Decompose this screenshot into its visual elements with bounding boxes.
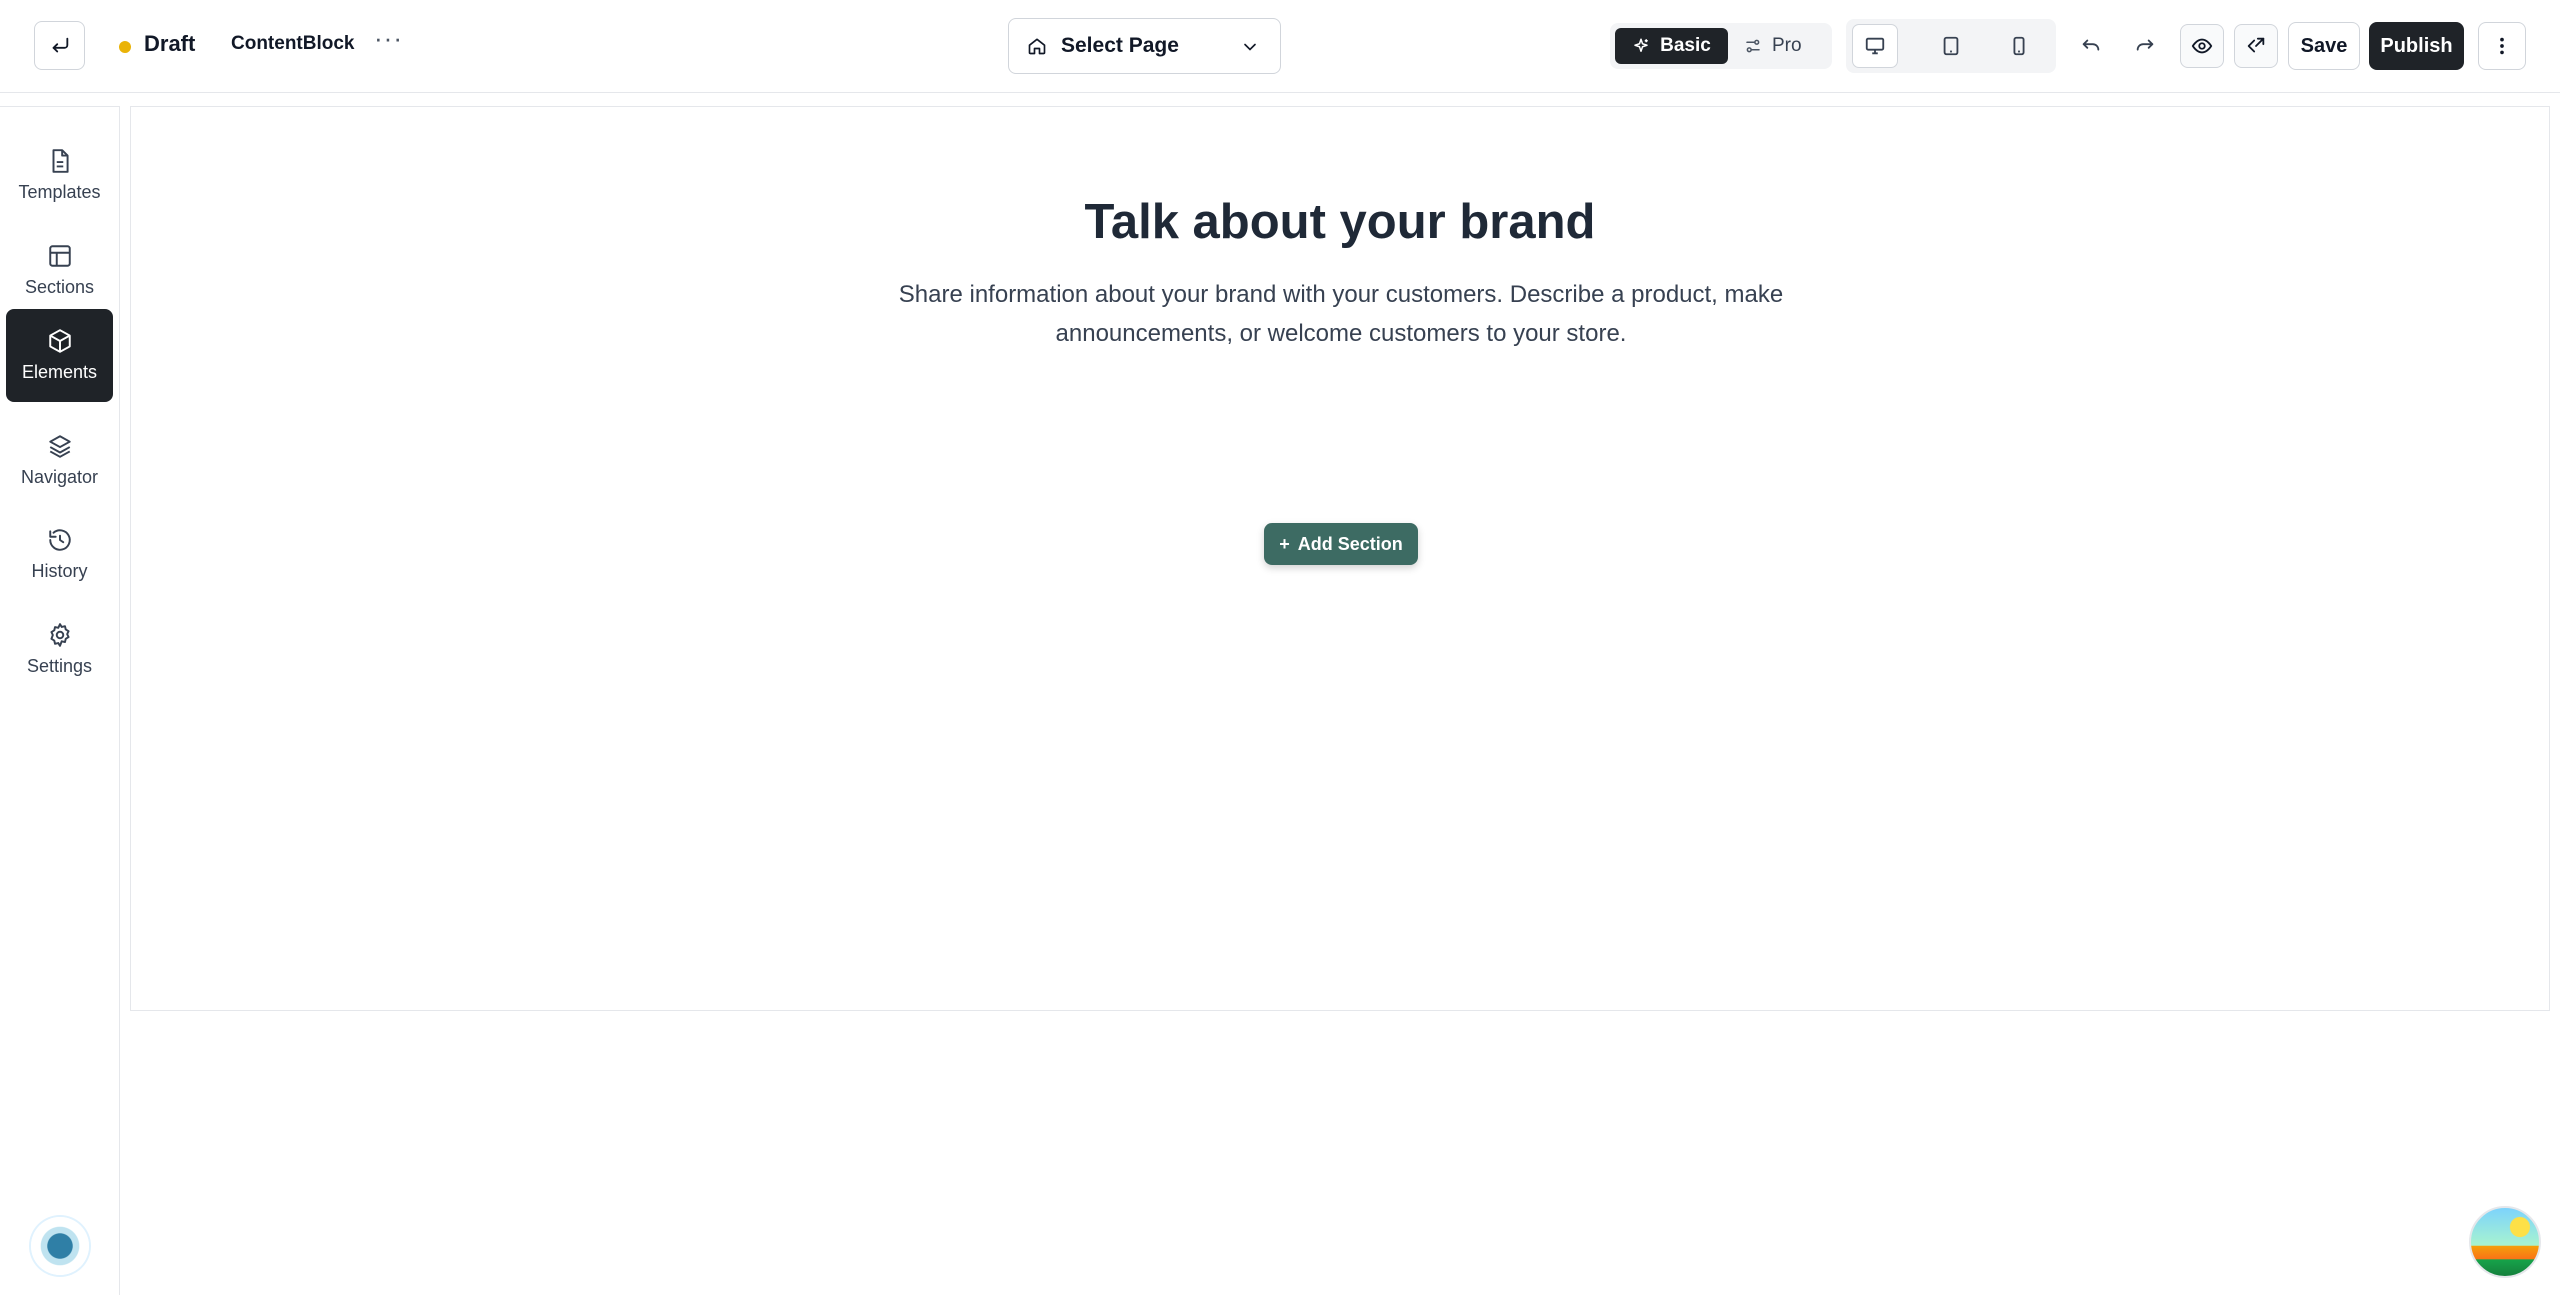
page-select-dropdown[interactable]: Select Page <box>1008 18 1281 74</box>
return-icon <box>52 37 68 52</box>
desktop-view-button[interactable] <box>1852 24 1898 68</box>
sidebar-item-label: Settings <box>26 656 93 676</box>
page-select-label: Select Page <box>1061 34 1179 57</box>
eye-icon <box>2191 38 2213 54</box>
editor-mode-toggle: Basic Pro <box>1610 23 1832 69</box>
more-menu-button[interactable] <box>2478 22 2526 70</box>
section-description[interactable]: Share information about your brand with … <box>871 275 1811 353</box>
mode-pro-button[interactable]: Pro <box>1744 28 1826 64</box>
sidebar-item-templates[interactable]: Templates <box>6 129 113 222</box>
redo-button[interactable] <box>2123 24 2167 68</box>
editor-canvas[interactable]: Talk about your brand Share information … <box>130 106 2550 1011</box>
sparkle-icon <box>1634 38 1648 52</box>
sidebar-item-navigator[interactable]: Navigator <box>6 414 113 507</box>
preview-button[interactable] <box>2180 24 2224 68</box>
save-button[interactable]: Save <box>2288 22 2360 70</box>
desktop-icon <box>1865 37 1885 55</box>
sidebar-item-label: History <box>31 561 88 581</box>
left-sidebar: Templates Sections Elements Navigator Hi… <box>0 106 120 1295</box>
more-options-icon[interactable]: ··· <box>374 25 403 51</box>
sidebar-item-label: Templates <box>18 182 101 202</box>
mode-pro-label: Pro <box>1772 35 1802 56</box>
gear-icon <box>49 623 70 647</box>
user-avatar[interactable] <box>2469 1206 2541 1278</box>
redo-icon <box>2136 39 2154 51</box>
plus-icon: + <box>1279 533 1290 554</box>
status-dot <box>119 41 131 53</box>
undo-button[interactable] <box>2069 24 2113 68</box>
mode-basic-button[interactable]: Basic <box>1615 28 1728 64</box>
layout-icon <box>48 245 71 267</box>
sidebar-item-elements[interactable]: Elements <box>6 309 113 402</box>
tablet-icon <box>1943 36 1959 56</box>
kebab-menu-icon <box>2500 37 2504 55</box>
add-section-button[interactable]: + Add Section <box>1264 523 1418 565</box>
mobile-icon <box>2013 36 2025 56</box>
back-button[interactable] <box>34 21 85 70</box>
section-heading[interactable]: Talk about your brand <box>131 194 2549 250</box>
tablet-view-button[interactable] <box>1928 24 1974 68</box>
sidebar-item-sections[interactable]: Sections <box>6 224 113 317</box>
add-section-label: Add Section <box>1297 533 1403 554</box>
sidebar-item-settings[interactable]: Settings <box>6 603 113 696</box>
mobile-view-button[interactable] <box>1996 24 2042 68</box>
sidebar-item-label: Elements <box>21 362 98 382</box>
undo-icon <box>2082 39 2100 51</box>
code-export-button[interactable] <box>2234 24 2278 68</box>
sidebar-item-label: Sections <box>24 277 95 297</box>
mode-basic-label: Basic <box>1660 35 1711 56</box>
sidebar-item-label: Navigator <box>20 467 99 487</box>
history-icon <box>48 529 71 551</box>
status-label: Draft <box>144 31 196 56</box>
sidebar-item-history[interactable]: History <box>6 508 113 601</box>
assistant-orb-icon[interactable] <box>31 1217 89 1275</box>
device-preview-toggle <box>1846 19 2056 73</box>
external-link-icon <box>2247 37 2265 53</box>
file-icon <box>52 149 69 173</box>
chevron-down-icon <box>1244 43 1256 51</box>
home-icon <box>1028 38 1046 55</box>
document-name[interactable]: ContentBlock <box>231 33 355 55</box>
layers-icon <box>48 435 71 458</box>
top-bar: Draft ContentBlock ··· Select Page Basic… <box>0 0 2560 93</box>
publish-button[interactable]: Publish <box>2369 22 2464 70</box>
cube-icon <box>48 329 71 353</box>
sliders-icon <box>1746 39 1760 53</box>
